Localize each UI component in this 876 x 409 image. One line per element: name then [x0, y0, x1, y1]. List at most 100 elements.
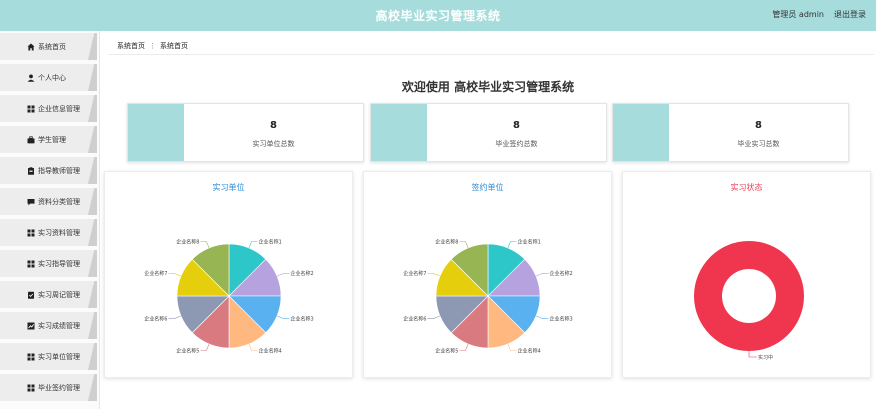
sidebar-item-label: 指导教师管理 [38, 167, 80, 175]
divider [108, 54, 874, 55]
sidebar-item[interactable]: 系统首页 [0, 33, 97, 60]
chart-icon [26, 321, 35, 330]
pie-label: 企业名称7 [144, 270, 167, 277]
pie-label: 企业名称3 [550, 315, 573, 322]
pie-label: 企业名称2 [291, 270, 314, 277]
stat-value: 8 [513, 120, 520, 131]
grid-icon [26, 383, 35, 392]
stat-value: 8 [270, 120, 277, 131]
stat-card-internships: 8 毕业实习总数 [612, 103, 849, 162]
pie-label: 企业名称6 [144, 315, 167, 322]
sidebar-item-label: 实习成绩管理 [38, 322, 80, 330]
breadcrumb-home[interactable]: 系统首页 [117, 42, 145, 50]
pie-leader-line [459, 343, 469, 351]
pie-leader-line [168, 273, 182, 277]
pie-chart: 企业名称1 企业名称2 企业名称3 企业名称4 企业名称5 企业名称6 企业名称7 企业名称8 [144, 238, 314, 354]
stat-value: 8 [755, 120, 762, 131]
sidebar-item[interactable]: 实习周记管理 [0, 281, 97, 308]
stat-accent [371, 104, 427, 161]
clipboard-icon [26, 166, 35, 175]
sidebar-item-label: 个人中心 [38, 74, 66, 82]
message-icon [26, 197, 35, 206]
sidebar-item[interactable]: 个人中心 [0, 64, 97, 91]
pie-label: 企业名称3 [291, 315, 314, 322]
sidebar-item-label: 学生管理 [38, 136, 66, 144]
current-user: 管理员 admin [772, 10, 824, 19]
top-header: 高校毕业实习管理系统 管理员 admin 退出登录 [0, 0, 876, 31]
pie-leader-line [168, 315, 182, 319]
pie-leader-line [427, 273, 441, 277]
sidebar-item-label: 资料分类管理 [38, 198, 80, 206]
sidebar-item-label: 实习资料管理 [38, 229, 80, 237]
pie-leader-line [507, 343, 517, 351]
pie-label: 企业名称8 [435, 238, 458, 245]
sidebar-item-label: 系统首页 [38, 43, 66, 51]
pie-leader-line [427, 315, 441, 319]
pie-leader-line [507, 241, 517, 249]
sidebar-item[interactable]: 实习指导管理 [0, 250, 97, 277]
pie-label: 企业名称1 [259, 238, 282, 245]
sidebar-item[interactable]: 企业信息管理 [0, 95, 97, 122]
breadcrumb: 系统首页 ⋮ 系统首页 [117, 41, 188, 51]
chart-panel-internship-status: 实习状态 实习中 [622, 171, 871, 378]
chart-panel-signing-units: 签约单位 企业名称1 企业名称2 企业名称3 企业名称4 企业名称5 企业名称6 企业名称7… [363, 171, 612, 378]
pie-leader-line [459, 241, 469, 249]
sidebar-item[interactable]: 实习成绩管理 [0, 312, 97, 339]
app-title: 高校毕业实习管理系统 [375, 9, 501, 23]
pie-label: 企业名称5 [176, 347, 199, 354]
breadcrumb-current: 系统首页 [160, 42, 188, 50]
logout-link[interactable]: 退出登录 [834, 9, 866, 20]
pie-label: 企业名称4 [518, 347, 541, 354]
grid-icon [26, 352, 35, 361]
chart-panel-internship-units: 实习单位 企业名称1 企业名称2 企业名称3 企业名称4 企业名称5 企业名称6 企业名称7… [104, 171, 353, 378]
welcome-heading: 欢迎使用 高校毕业实习管理系统 [401, 80, 575, 94]
stat-label: 毕业签约总数 [495, 140, 538, 148]
sidebar-item-label: 实习指导管理 [38, 260, 80, 268]
sidebar-item[interactable]: 实习资料管理 [0, 219, 97, 246]
stat-accent [613, 104, 669, 161]
sidebar-item-label: 实习周记管理 [38, 291, 80, 299]
pie-label: 企业名称1 [518, 238, 541, 245]
pie-label: 企业名称7 [403, 270, 426, 277]
sidebar-item-label: 企业信息管理 [38, 105, 80, 113]
donut-leader-line [748, 351, 757, 358]
donut-chart: 实习中 [694, 241, 804, 361]
stat-card-internship-units: 8 实习单位总数 [127, 103, 364, 162]
sidebar-item[interactable]: 实习单位管理 [0, 343, 97, 370]
pie-leader-line [248, 343, 258, 351]
grid-icon [26, 259, 35, 268]
stat-label: 实习单位总数 [252, 140, 295, 148]
pie-label: 企业名称6 [403, 315, 426, 322]
pie-leader-line [200, 343, 210, 351]
user-icon [26, 73, 35, 82]
pie-label: 企业名称2 [550, 270, 573, 277]
sidebar: 系统首页个人中心企业信息管理 学生管理指导教师管理 资料分类管理 实习资料管理 实习指导… [0, 31, 100, 409]
sidebar-item[interactable]: 指导教师管理 [0, 157, 97, 184]
briefcase-icon [26, 135, 35, 144]
pie-leader-line [276, 315, 290, 319]
pie-leader-line [276, 273, 290, 277]
pie-label: 企业名称8 [176, 238, 199, 245]
sidebar-item[interactable]: 毕业签约管理 [0, 374, 97, 401]
pie-leader-line [200, 241, 210, 249]
sidebar-item[interactable]: 资料分类管理 [0, 188, 97, 215]
pie-leader-line [535, 273, 549, 277]
sidebar-item[interactable]: 学生管理 [0, 126, 97, 153]
stat-card-signings: 8 毕业签约总数 [370, 103, 607, 162]
donut-slice[interactable] [694, 241, 804, 351]
grid-icon [26, 228, 35, 237]
donut-label: 实习中 [758, 354, 773, 361]
pie-chart: 企业名称1 企业名称2 企业名称3 企业名称4 企业名称5 企业名称6 企业名称7 企业名称8 [403, 238, 573, 354]
checklist-icon [26, 290, 35, 299]
sidebar-item-label: 实习单位管理 [38, 353, 80, 361]
sidebar-item-label: 毕业签约管理 [38, 384, 80, 392]
pie-leader-line [248, 241, 258, 249]
pie-leader-line [535, 315, 549, 319]
grid-icon [26, 104, 35, 113]
stat-label: 毕业实习总数 [737, 140, 780, 148]
stat-accent [128, 104, 184, 161]
breadcrumb-separator: ⋮ [149, 42, 156, 50]
pie-label: 企业名称4 [259, 347, 282, 354]
home-icon [26, 42, 35, 51]
pie-label: 企业名称5 [435, 347, 458, 354]
